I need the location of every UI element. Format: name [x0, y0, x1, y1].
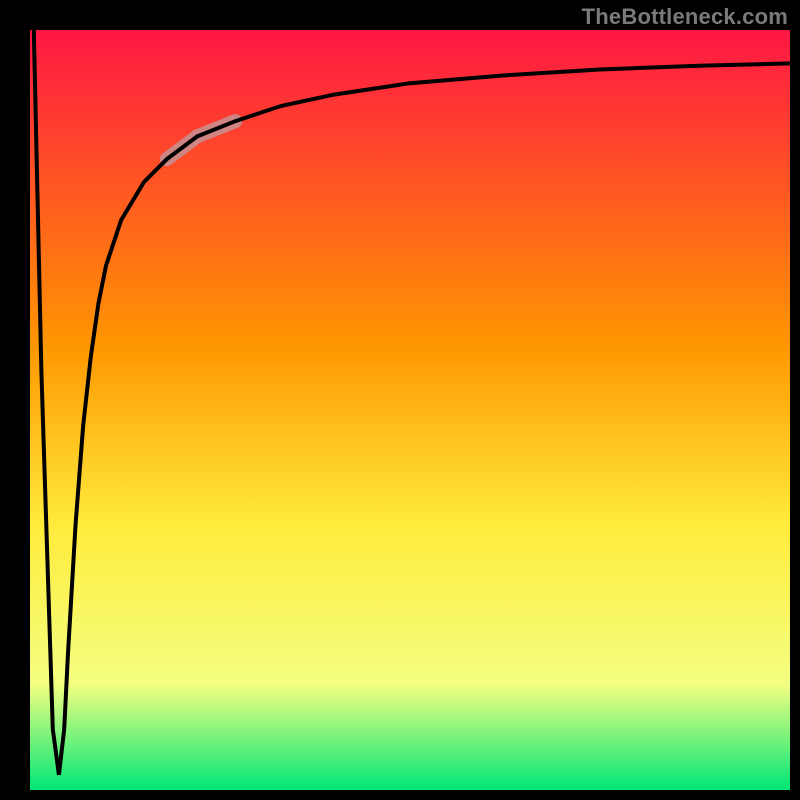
- plot-area: [30, 30, 790, 790]
- watermark-label: TheBottleneck.com: [582, 4, 788, 30]
- chart-svg: [30, 30, 790, 790]
- gradient-background: [30, 30, 790, 790]
- chart-stage: TheBottleneck.com: [0, 0, 800, 800]
